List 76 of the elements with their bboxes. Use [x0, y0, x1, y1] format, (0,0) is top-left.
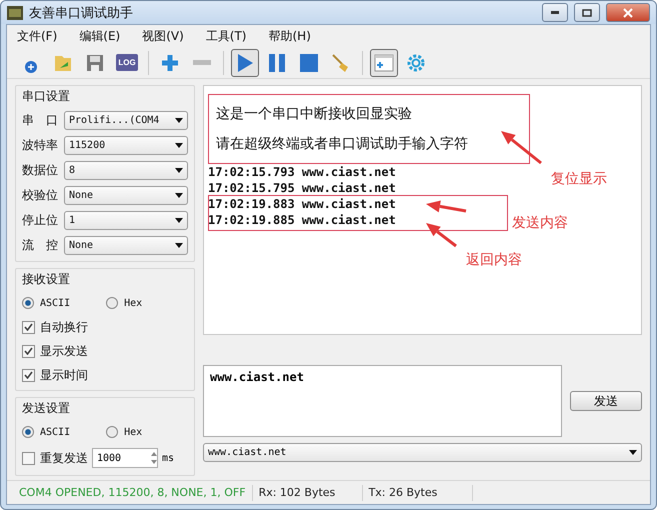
menu-item[interactable]: 文件(F): [17, 28, 58, 44]
window-title: 友善串口调试助手: [29, 4, 134, 22]
send-field[interactable]: www.ciast.net: [203, 365, 562, 437]
new-icon: [25, 60, 37, 72]
check-icon: [24, 323, 33, 331]
close-button[interactable]: [606, 3, 650, 22]
toolbar-button[interactable]: [370, 48, 398, 76]
status-text: Rx: 102 Bytes: [252, 484, 363, 500]
dropdown[interactable]: 115200: [64, 136, 188, 155]
menu-item[interactable]: 视图(V): [142, 28, 184, 44]
caret-icon: [629, 450, 637, 455]
radio-button[interactable]: Hex: [106, 297, 142, 309]
spin-arrows-icon: [151, 452, 157, 464]
menu-item[interactable]: 工具(T): [206, 28, 246, 44]
checkbox[interactable]: 自动换行: [22, 318, 188, 336]
annotation-arrow: [426, 200, 466, 212]
toolbar-button[interactable]: [231, 48, 259, 76]
annotation-arrow: [501, 131, 542, 164]
pause-icon: [266, 52, 288, 74]
field-label: 流 控: [22, 237, 59, 254]
interval-field[interactable]: 1000: [92, 448, 158, 468]
caret-icon: [175, 218, 183, 223]
field-label: 数据位: [22, 162, 59, 179]
field-label: 串 口: [22, 112, 59, 129]
field-label: 校验位: [22, 187, 59, 204]
log-line: 17:02:19.883 www.ciast.net: [208, 196, 396, 212]
close-icon: [623, 8, 633, 18]
annotation-label: 复位显示: [551, 170, 607, 188]
app-icon: [7, 6, 23, 20]
maximize-icon: [582, 8, 592, 16]
checkbox[interactable]: 重复发送: [22, 449, 88, 467]
checkbox[interactable]: 显示时间: [22, 366, 188, 384]
annotation-label: 发送内容: [512, 214, 568, 232]
status-text: COM4 OPENED, 115200, 8, NONE, 1, OFF: [13, 484, 253, 500]
window-icon: [373, 52, 395, 74]
radio-button[interactable]: ASCII: [22, 297, 70, 309]
dropdown[interactable]: None: [64, 236, 188, 255]
dropdown[interactable]: None: [64, 186, 188, 205]
checkbox[interactable]: 显示发送: [22, 342, 188, 360]
caret-icon: [175, 193, 183, 198]
stop-icon: [298, 52, 320, 74]
log-line: 17:02:15.793 www.ciast.net: [208, 164, 396, 180]
log-message: 这是一个串口中断接收回显实验: [216, 105, 412, 124]
log-line: 17:02:19.885 www.ciast.net: [208, 212, 396, 228]
minimize-button[interactable]: [542, 3, 568, 22]
caret-icon: [175, 118, 183, 123]
send-button[interactable]: 发送: [570, 391, 642, 411]
settings-icon: [405, 52, 427, 74]
check-icon: [24, 347, 33, 355]
log-line: 17:02:15.795 www.ciast.net: [208, 180, 396, 196]
dropdown[interactable]: 8: [64, 161, 188, 180]
dropdown[interactable]: Prolifi...(COM4: [64, 111, 188, 130]
group-title: 串口设置: [22, 88, 71, 105]
group-title: 接收设置: [22, 271, 71, 288]
check-icon: [24, 371, 33, 379]
menu-item[interactable]: 帮助(H): [268, 28, 311, 44]
group-title: 发送设置: [22, 400, 71, 417]
status-text: Tx: 26 Bytes: [362, 484, 473, 500]
caret-icon: [175, 243, 183, 248]
annotation-arrow: [426, 223, 457, 248]
minus-icon: [193, 60, 211, 65]
maximize-button[interactable]: [574, 3, 600, 22]
radio-button[interactable]: ASCII: [22, 426, 70, 438]
menu-item[interactable]: 编辑(E): [79, 28, 120, 44]
log-message: 请在超级终端或者串口调试助手输入字符: [216, 135, 468, 154]
dropdown[interactable]: 1: [64, 211, 188, 230]
unit-label: ms: [162, 452, 174, 464]
radio-button[interactable]: Hex: [106, 426, 142, 438]
minimize-icon: [551, 11, 559, 14]
toolbar-button[interactable]: LOG: [113, 48, 141, 76]
caret-icon: [175, 143, 183, 148]
caret-icon: [175, 168, 183, 173]
history-dropdown[interactable]: www.ciast.net: [203, 443, 642, 462]
annotation-label: 返回内容: [466, 251, 522, 269]
field-label: 波特率: [22, 137, 59, 154]
field-label: 停止位: [22, 212, 59, 229]
